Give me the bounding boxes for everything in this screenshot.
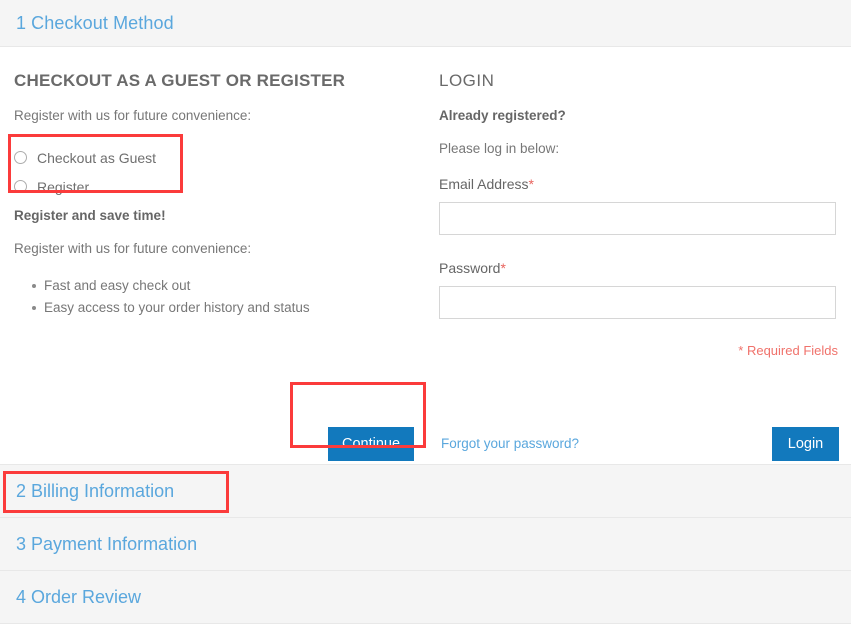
register-benefits-list: Fast and easy check out Easy access to y… — [14, 275, 429, 319]
checkout-actions-row: Continue Forgot your password? Login — [0, 425, 851, 477]
checkout-columns: CHECKOUT AS A GUEST OR REGISTER Register… — [0, 47, 851, 359]
login-column: LOGIN Already registered? Please log in … — [439, 71, 839, 359]
please-log-in-text: Please log in below: — [439, 141, 560, 156]
already-registered-text: Already registered? — [439, 108, 566, 123]
login-button[interactable]: Login — [772, 427, 839, 461]
radio-label-checkout-as-guest: Checkout as Guest — [37, 149, 157, 166]
list-item: Easy access to your order history and st… — [32, 297, 429, 319]
list-item: Fast and easy check out — [32, 275, 429, 297]
login-heading: LOGIN — [439, 71, 495, 90]
password-label-text: Password — [439, 260, 501, 276]
step-title-1: Checkout Method — [31, 13, 174, 33]
radio-option-checkout-as-guest[interactable]: Checkout as Guest — [14, 143, 429, 172]
checkout-page: 1 Checkout Method CHECKOUT AS A GUEST OR … — [0, 0, 851, 626]
guest-intro-text: Register with us for future convenience: — [14, 108, 252, 123]
radio-label-register: Register — [37, 178, 90, 195]
required-fields-note: * Required Fields — [738, 343, 838, 358]
guest-heading: CHECKOUT AS A GUEST OR REGISTER — [14, 71, 346, 90]
email-field[interactable] — [439, 202, 836, 235]
step-header-order-review[interactable]: 4 Order Review — [0, 571, 851, 624]
step-title-2: Billing Information — [31, 481, 175, 501]
radio-circle-icon[interactable] — [14, 180, 27, 193]
required-asterisk-icon: * — [500, 260, 506, 276]
step-content-checkout-method: CHECKOUT AS A GUEST OR REGISTER Register… — [0, 47, 851, 465]
step-title-4: Order Review — [31, 587, 142, 607]
step-title-3: Payment Information — [31, 534, 198, 554]
checkout-method-radio-group: Checkout as Guest Register — [14, 143, 429, 201]
password-field[interactable] — [439, 286, 836, 319]
step-header-payment-information[interactable]: 3 Payment Information — [0, 518, 851, 571]
radio-option-register[interactable]: Register — [14, 172, 429, 201]
step-number-4: 4 — [16, 587, 27, 607]
guest-register-column: CHECKOUT AS A GUEST OR REGISTER Register… — [14, 71, 439, 359]
forgot-password-link[interactable]: Forgot your password? — [441, 435, 579, 453]
step-number-3: 3 — [16, 534, 27, 554]
register-save-time-heading: Register and save time! — [14, 208, 166, 223]
continue-button[interactable]: Continue — [328, 427, 414, 461]
radio-circle-icon[interactable] — [14, 151, 27, 164]
required-asterisk-icon: * — [528, 176, 534, 192]
register-intro-text: Register with us for future convenience: — [14, 241, 252, 256]
step-header-checkout-method[interactable]: 1 Checkout Method — [0, 0, 851, 47]
step-number-2: 2 — [16, 481, 27, 501]
step-number-1: 1 — [16, 13, 27, 33]
email-field-label: Email Address* — [439, 175, 839, 193]
email-label-text: Email Address — [439, 176, 529, 192]
password-field-label: Password* — [439, 259, 839, 277]
